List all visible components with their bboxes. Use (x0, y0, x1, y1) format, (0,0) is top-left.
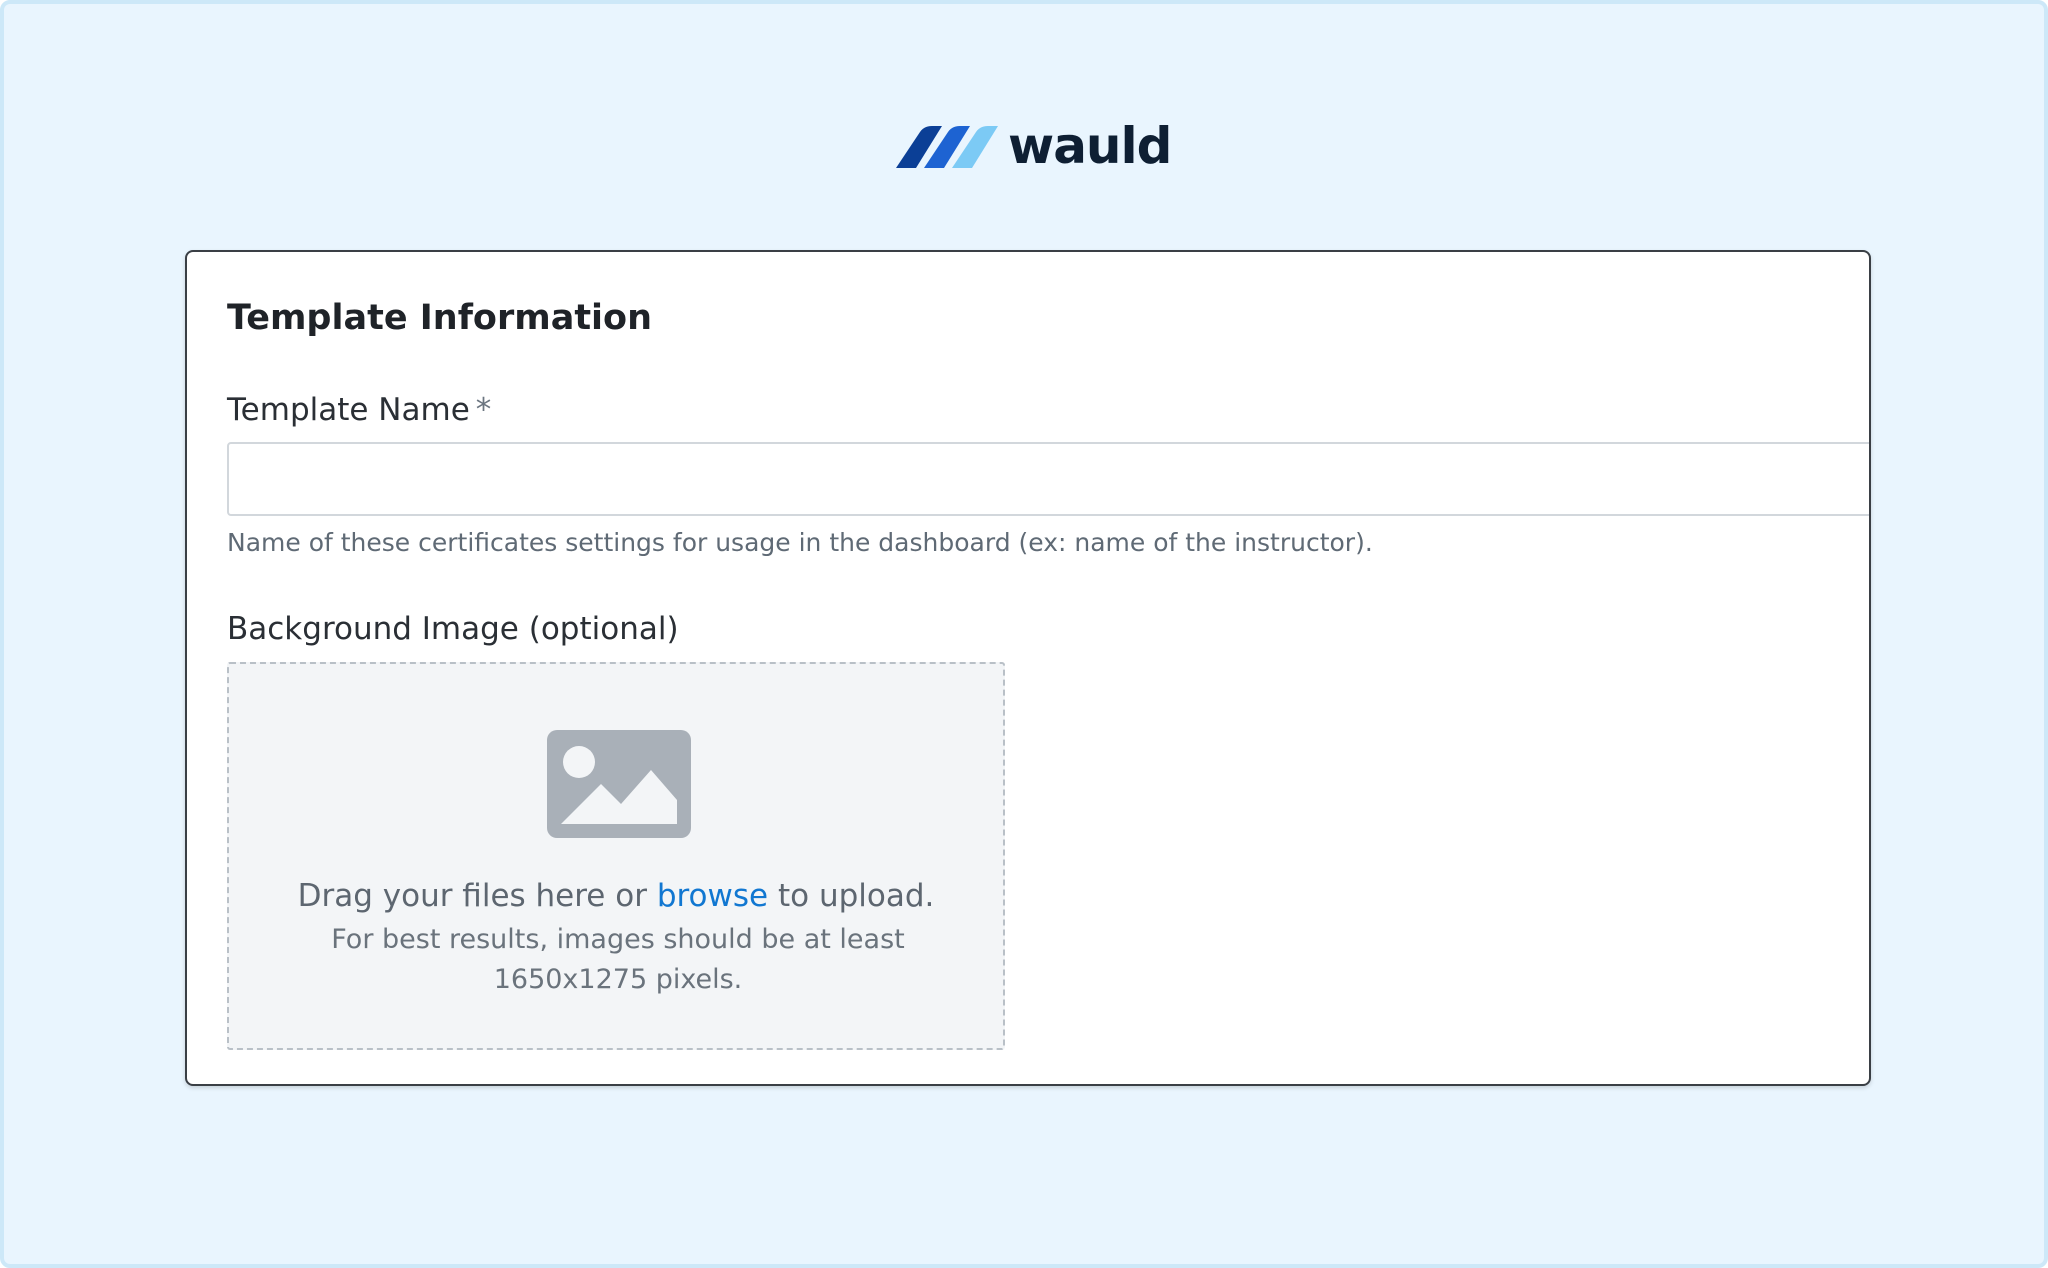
background-image-label: Background Image (optional) (227, 611, 679, 647)
template-name-hint: Name of these certificates settings for … (227, 528, 1373, 557)
browse-link[interactable]: browse (657, 878, 768, 914)
image-icon (547, 730, 691, 838)
dropzone-instructions: Drag your files here or browse to upload… (229, 876, 1003, 916)
drop-suffix-text: to upload. (768, 878, 935, 914)
template-name-label-text: Template Name (227, 392, 470, 428)
brand-name: wauld (1008, 117, 1172, 175)
required-asterisk: * (475, 392, 492, 428)
template-name-label: Template Name * (227, 390, 491, 430)
template-information-card: Template Information Template Name * Name… (185, 250, 1871, 1086)
template-name-input[interactable] (227, 442, 1869, 516)
section-title: Template Information (227, 298, 653, 338)
wauld-logo-icon (896, 126, 998, 168)
page-background: wauld Template Information Template Name… (0, 0, 2048, 1268)
background-image-dropzone[interactable]: Drag your files here or browse to upload… (227, 662, 1005, 1050)
image-size-recommendation: For best results, images should be at le… (331, 924, 905, 995)
drop-prefix-text: Drag your files here or (297, 878, 657, 914)
brand-logo: wauld (894, 117, 1172, 175)
